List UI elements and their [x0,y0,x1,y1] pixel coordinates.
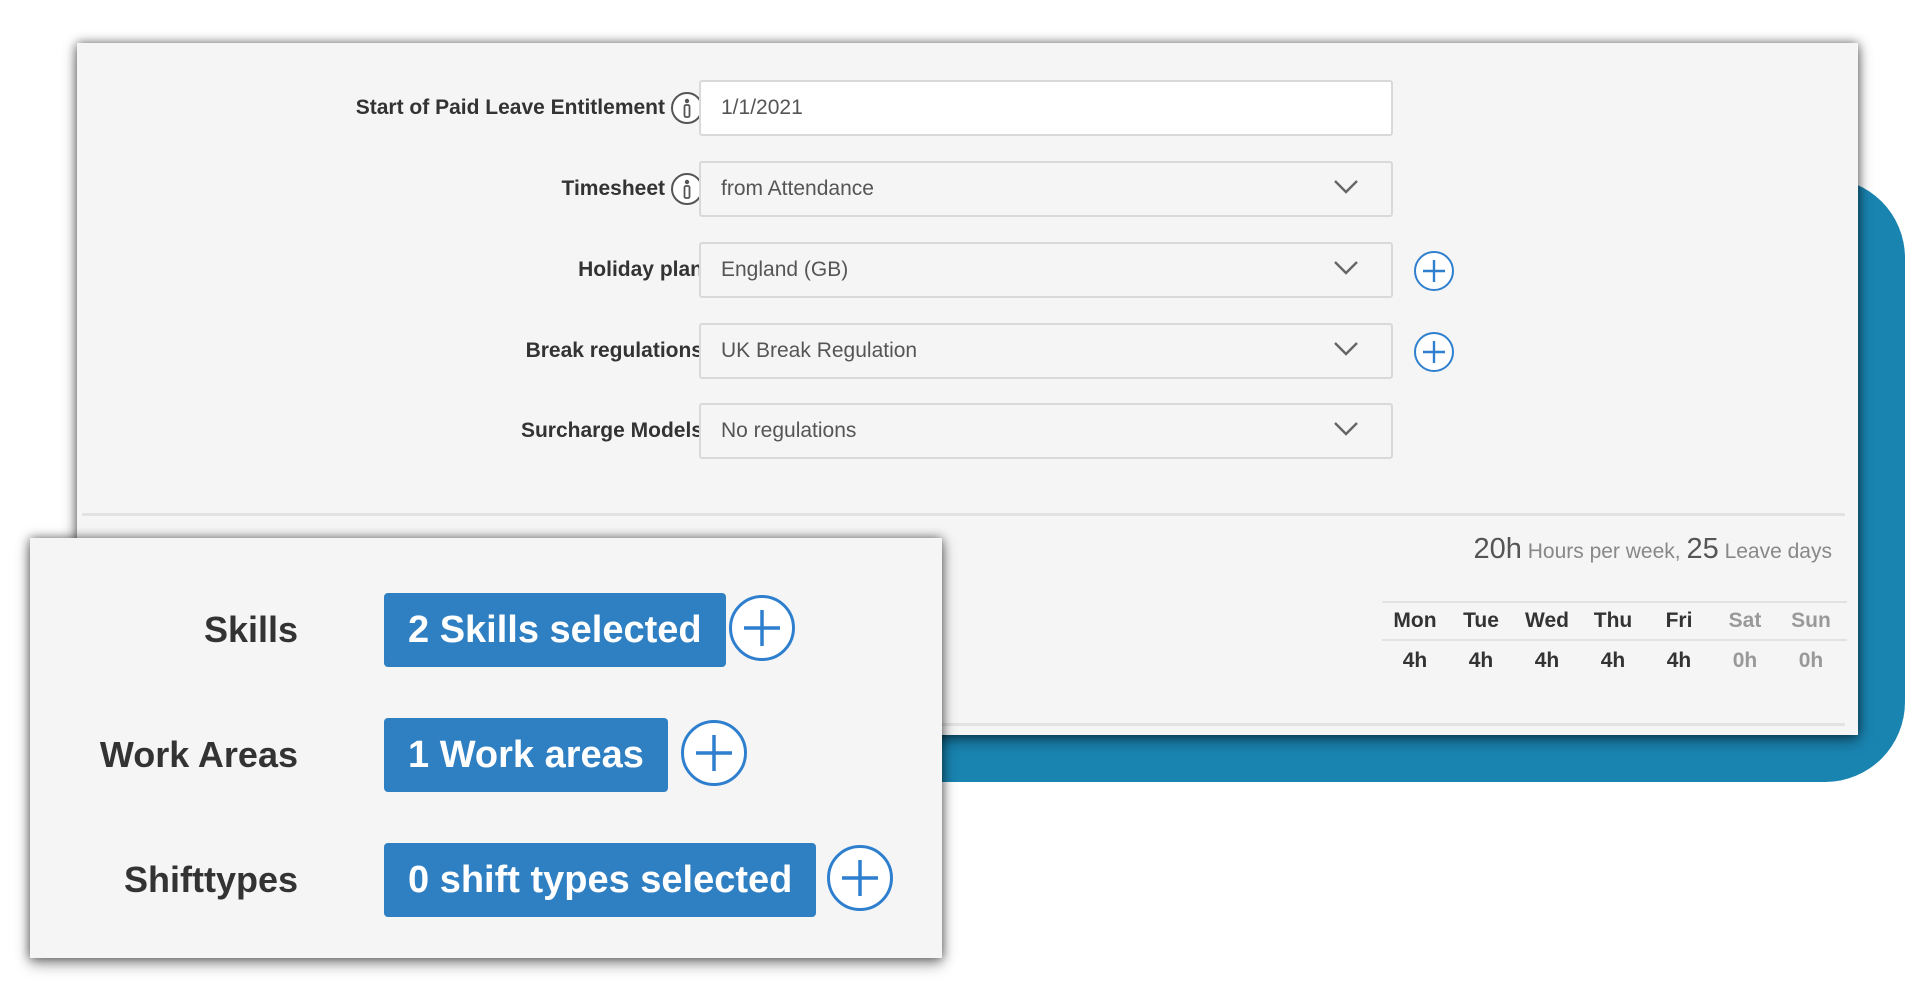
daily-hours-cell: 4h [1468,649,1494,672]
shifttypes-row: Shifttypes 0 shift types selected [30,843,942,917]
add-shift-type-button[interactable] [827,845,893,911]
daily-hours-cell: 4h [1402,649,1428,672]
holiday-plan-select[interactable]: England (GB) [699,242,1393,298]
add-holiday-plan-button[interactable] [1414,251,1454,291]
daily-hours-row: 4h 4h 4h 4h 4h 0h 0h [1382,641,1847,681]
paid-leave-row: Start of Paid Leave Entitlement 1/1/2021 [77,80,1858,136]
weekday-header: Sun [1791,609,1831,632]
weekday-header: Tue [1463,609,1499,632]
surcharge-models-label: Surcharge Models [520,419,703,442]
timesheet-row: Timesheet from Attendance [77,161,1858,217]
daily-hours-cell: 0h [1798,649,1824,672]
work-areas-row: Work Areas 1 Work areas [30,718,942,792]
add-skill-button[interactable] [729,595,795,661]
leave-days-value: 25 [1686,533,1719,565]
plus-circle-icon [842,860,878,896]
daily-hours-cell: 4h [1534,649,1560,672]
hours-per-week-value: 20h [1473,533,1522,565]
weekday-header: Thu [1593,609,1633,632]
chevron-down-icon [1334,180,1358,194]
work-areas-selected-button[interactable]: 1 Work areas [384,718,668,792]
holiday-plan-row: Holiday plan England (GB) [77,242,1858,298]
work-summary: 20h Hours per week, 25 Leave days [1473,533,1832,566]
shift-types-selected-button[interactable]: 0 shift types selected [384,843,817,917]
skills-row: Skills 2 Skills selected [30,593,942,667]
add-break-regulation-button[interactable] [1414,332,1454,372]
holiday-plan-label: Holiday plan [578,258,703,281]
shifttypes-label: Shifttypes [123,859,298,900]
hours-per-week-text: Hours per week, [1527,540,1681,563]
daily-hours-cell: 0h [1732,649,1758,672]
daily-hours-cell: 4h [1666,649,1692,672]
add-work-area-button[interactable] [681,720,747,786]
break-regulations-select[interactable]: UK Break Regulation [699,323,1393,379]
plus-circle-icon [1423,260,1445,282]
timesheet-label: Timesheet [562,161,703,217]
leave-days-text: Leave days [1724,540,1832,563]
plus-circle-icon [744,610,780,646]
weekday-header: Sat [1728,609,1762,632]
daily-hours-cell: 4h [1600,649,1626,672]
plus-circle-icon [1423,341,1445,363]
skills-selected-button[interactable]: 2 Skills selected [384,593,726,667]
plus-circle-icon [696,735,732,771]
surcharge-models-select[interactable]: No regulations [699,403,1393,459]
work-areas-label: Work Areas [99,734,298,775]
paid-leave-label: Start of Paid Leave Entitlement [356,80,703,136]
skills-overlay-panel: Skills 2 Skills selected Work Areas 1 Wo… [30,538,942,958]
skills-label: Skills [203,609,298,650]
weekday-header: Fri [1665,609,1693,632]
paid-leave-date-input[interactable]: 1/1/2021 [699,80,1393,136]
weekday-header: Mon [1393,609,1437,632]
chevron-down-icon [1334,261,1358,275]
break-regulations-label: Break regulations [525,339,703,362]
break-regulations-row: Break regulations UK Break Regulation [77,323,1858,379]
surcharge-models-row: Surcharge Models No regulations [77,403,1858,459]
weekday-header: Wed [1525,609,1569,632]
weekly-hours-table: Mon Tue Wed Thu Fri Sat Sun 4h 4h 4h 4h … [1382,601,1847,681]
weekday-header-row: Mon Tue Wed Thu Fri Sat Sun [1382,601,1847,641]
section-divider [82,513,1845,516]
timesheet-select[interactable]: from Attendance [699,161,1393,217]
chevron-down-icon [1334,342,1358,356]
chevron-down-icon [1334,422,1358,436]
